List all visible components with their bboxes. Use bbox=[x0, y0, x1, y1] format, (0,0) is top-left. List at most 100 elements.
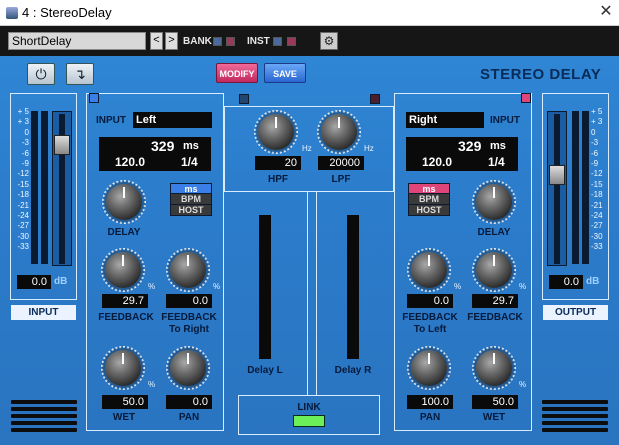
right-wet-knob[interactable] bbox=[476, 350, 512, 386]
close-icon[interactable]: ✕ bbox=[598, 4, 614, 20]
left-feedback-cross-value[interactable]: 0.0 bbox=[166, 294, 212, 308]
right-channel-square[interactable] bbox=[521, 93, 531, 103]
right-feedback-label: FEEDBACK bbox=[467, 312, 523, 323]
left-feedback-knob[interactable] bbox=[105, 252, 141, 288]
output-section-label: OUTPUT bbox=[543, 305, 608, 320]
input-meter-r bbox=[41, 111, 48, 264]
bank-label: BANK bbox=[183, 36, 212, 47]
output-scale-tick: -15 bbox=[591, 179, 603, 189]
output-scale-tick: -9 bbox=[591, 159, 599, 169]
left-mode-host[interactable]: HOST bbox=[170, 205, 212, 216]
filter-divider-right bbox=[316, 191, 394, 205]
left-wet-value[interactable]: 50.0 bbox=[102, 395, 148, 409]
lpf-knob[interactable] bbox=[321, 114, 357, 150]
right-input-label: INPUT bbox=[490, 115, 520, 126]
window-title: 4 : StereoDelay bbox=[22, 5, 112, 20]
right-feedback-value[interactable]: 29.7 bbox=[472, 294, 518, 308]
delay-l-meter bbox=[259, 215, 271, 359]
input-scale-tick: -33 bbox=[17, 242, 29, 252]
left-mode-selector[interactable]: ms BPM HOST bbox=[170, 183, 212, 216]
right-feedback-pct: % bbox=[519, 282, 527, 291]
output-slider-thumb[interactable] bbox=[549, 165, 565, 185]
left-mode-ms[interactable]: ms bbox=[170, 183, 212, 194]
right-input-select[interactable]: Right bbox=[406, 112, 484, 128]
right-mode-ms[interactable]: ms bbox=[408, 183, 450, 194]
output-gain-value[interactable]: 0.0 bbox=[549, 275, 583, 289]
preset-name-field[interactable]: ShortDelay bbox=[8, 32, 146, 50]
inst-label: INST bbox=[247, 36, 270, 47]
right-feedback-cross-knob[interactable] bbox=[411, 252, 447, 288]
output-gain-slider[interactable] bbox=[547, 111, 567, 266]
input-scale-tick: -12 bbox=[17, 169, 29, 179]
left-mode-bpm[interactable]: BPM bbox=[170, 194, 212, 205]
right-delay-label: DELAY bbox=[477, 227, 511, 238]
right-pan-value[interactable]: 100.0 bbox=[407, 395, 453, 409]
left-pan-knob[interactable] bbox=[170, 350, 206, 386]
left-feedback-value[interactable]: 29.7 bbox=[102, 294, 148, 308]
prev-preset-button[interactable]: < bbox=[150, 32, 163, 50]
left-input-label: INPUT bbox=[96, 115, 126, 126]
left-input-select[interactable]: Left bbox=[133, 112, 212, 128]
input-gain-slider[interactable] bbox=[52, 111, 72, 266]
output-scale-tick: -33 bbox=[591, 242, 603, 252]
left-delay-label: DELAY bbox=[107, 227, 141, 238]
gear-icon[interactable]: ⚙ bbox=[320, 32, 338, 50]
input-slider-thumb[interactable] bbox=[54, 135, 70, 155]
left-time-display[interactable]: 329 ms 120.0 1/4 bbox=[99, 137, 211, 171]
lpf-value[interactable]: 20000 bbox=[318, 156, 364, 170]
right-pan-knob[interactable] bbox=[411, 350, 447, 386]
input-gain-value[interactable]: 0.0 bbox=[17, 275, 51, 289]
delay-l-label: Delay L bbox=[247, 365, 283, 376]
bypass-button[interactable]: ↴ bbox=[66, 63, 94, 85]
right-delay-knob[interactable] bbox=[476, 184, 512, 220]
hpf-value[interactable]: 20 bbox=[255, 156, 301, 170]
output-scale-tick: -18 bbox=[591, 190, 603, 200]
inst-prev-square[interactable] bbox=[273, 37, 282, 46]
left-pan-value[interactable]: 0.0 bbox=[166, 395, 212, 409]
save-button[interactable]: SAVE bbox=[264, 63, 306, 83]
right-mode-selector[interactable]: ms BPM HOST bbox=[408, 183, 450, 216]
right-time-unit: ms bbox=[490, 140, 506, 152]
input-db-unit: dB bbox=[54, 276, 68, 287]
left-wet-knob[interactable] bbox=[105, 350, 141, 386]
hpf-label: HPF bbox=[268, 174, 288, 185]
output-scale-tick: -3 bbox=[591, 138, 599, 148]
left-feedback-cross-label-2: To Right bbox=[169, 324, 209, 335]
output-scale-tick: -12 bbox=[591, 169, 603, 179]
modify-button[interactable]: MODIFY bbox=[216, 63, 258, 83]
right-mode-bpm[interactable]: BPM bbox=[408, 194, 450, 205]
delay-r-label: Delay R bbox=[334, 365, 372, 376]
power-button[interactable]: ⏻ bbox=[27, 63, 55, 85]
right-feedback-cross-value[interactable]: 0.0 bbox=[407, 294, 453, 308]
title-bar: 4 : StereoDelay ✕ bbox=[0, 0, 619, 26]
preset-bar: ShortDelay < > BANK INST ⚙ bbox=[0, 26, 619, 56]
left-time-ms: 329 bbox=[151, 138, 175, 154]
left-time-unit: ms bbox=[183, 140, 199, 152]
right-wet-value[interactable]: 50.0 bbox=[472, 395, 518, 409]
left-channel-square[interactable] bbox=[89, 93, 99, 103]
output-scale-tick: -6 bbox=[591, 148, 599, 158]
right-feedback-knob[interactable] bbox=[476, 252, 512, 288]
right-time-display[interactable]: 329 ms 120.0 1/4 bbox=[406, 137, 518, 171]
link-toggle[interactable] bbox=[293, 415, 325, 427]
bank-next-square[interactable] bbox=[226, 37, 235, 46]
bank-prev-square[interactable] bbox=[213, 37, 222, 46]
next-preset-button[interactable]: > bbox=[165, 32, 178, 50]
left-feedback-cross-knob[interactable] bbox=[170, 252, 206, 288]
left-delay-knob[interactable] bbox=[106, 184, 142, 220]
right-wet-label: WET bbox=[482, 412, 506, 423]
input-section-label: INPUT bbox=[11, 305, 76, 320]
hpf-unit: Hz bbox=[302, 144, 312, 153]
inst-next-square[interactable] bbox=[287, 37, 296, 46]
right-pan-label: PAN bbox=[419, 412, 441, 423]
filter-left-square[interactable] bbox=[239, 94, 249, 104]
left-feedback-pct: % bbox=[148, 282, 156, 291]
output-meter-r bbox=[582, 111, 589, 264]
lpf-label: LPF bbox=[331, 174, 351, 185]
hpf-knob[interactable] bbox=[258, 114, 294, 150]
right-mode-host[interactable]: HOST bbox=[408, 205, 450, 216]
output-scale: + 5 + 3 0 -3 -6 -9 -12 -15 -18 -21 -24 -27 -30 -33 bbox=[591, 107, 607, 253]
right-bpm: 120.0 bbox=[422, 155, 453, 169]
filter-right-square[interactable] bbox=[370, 94, 380, 104]
left-feedback-cross-label: FEEDBACK bbox=[161, 312, 217, 323]
